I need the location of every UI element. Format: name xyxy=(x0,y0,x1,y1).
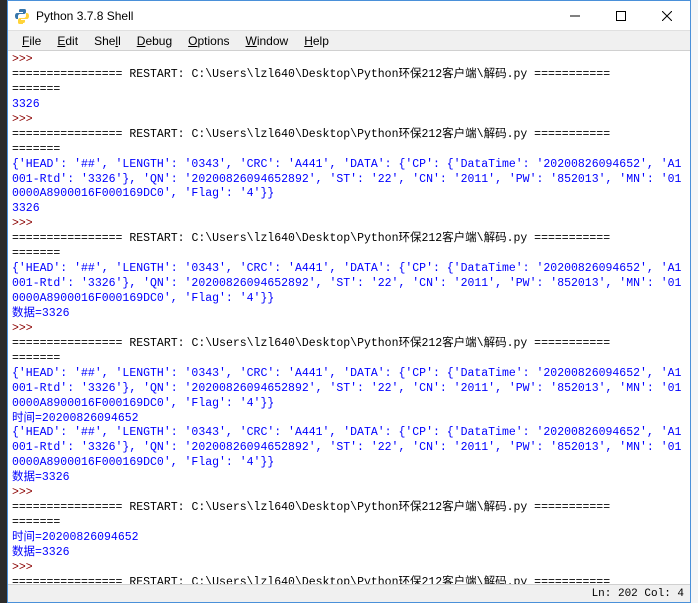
output-dict: {'HEAD': '##', 'LENGTH': '0343', 'CRC': … xyxy=(12,262,681,305)
prompt: >>> xyxy=(12,561,33,574)
restart-line: ================ RESTART: C:\Users\lzl64… xyxy=(12,337,610,350)
divider: ======= xyxy=(12,516,60,529)
menu-debug[interactable]: Debug xyxy=(129,34,180,48)
divider: ======= xyxy=(12,143,60,156)
idle-window: Python 3.7.8 Shell File Edit Shell Debug… xyxy=(7,0,691,603)
output-time: 时间=20200826094652 xyxy=(12,531,139,544)
menu-file[interactable]: File xyxy=(14,34,49,48)
output-time: 时间=20200826094652 xyxy=(12,412,139,425)
output-data: 数据=3326 xyxy=(12,546,70,559)
prompt: >>> xyxy=(12,322,33,335)
output-number: 3326 xyxy=(12,98,40,111)
prompt: >>> xyxy=(12,113,33,126)
python-icon xyxy=(14,8,30,24)
divider: ======= xyxy=(12,247,60,260)
menu-shell[interactable]: Shell xyxy=(86,34,129,48)
background-right-strip xyxy=(691,0,698,603)
divider: ======= xyxy=(12,83,60,96)
restart-line: ================ RESTART: C:\Users\lzl64… xyxy=(12,501,610,514)
statusbar: Ln: 202 Col: 4 xyxy=(8,584,690,602)
minimize-button[interactable] xyxy=(552,1,598,30)
output-dict: {'HEAD': '##', 'LENGTH': '0343', 'CRC': … xyxy=(12,367,681,410)
window-title: Python 3.7.8 Shell xyxy=(36,9,552,23)
prompt: >>> xyxy=(12,486,33,499)
shell-content[interactable]: >>> ================ RESTART: C:\Users\l… xyxy=(8,51,690,584)
output-data: 数据=3326 xyxy=(12,307,70,320)
menu-options[interactable]: Options xyxy=(180,34,237,48)
restart-line: ================ RESTART: C:\Users\lzl64… xyxy=(12,232,610,245)
restart-line: ================ RESTART: C:\Users\lzl64… xyxy=(12,68,610,81)
maximize-button[interactable] xyxy=(598,1,644,30)
background-left-strip xyxy=(0,0,7,603)
titlebar: Python 3.7.8 Shell xyxy=(8,1,690,31)
restart-line: ================ RESTART: C:\Users\lzl64… xyxy=(12,128,610,141)
menu-window[interactable]: Window xyxy=(238,34,297,48)
prompt: >>> xyxy=(12,53,33,66)
prompt: >>> xyxy=(12,217,33,230)
output-dict: {'HEAD': '##', 'LENGTH': '0343', 'CRC': … xyxy=(12,426,681,469)
menubar: File Edit Shell Debug Options Window Hel… xyxy=(8,31,690,51)
output-dict: {'HEAD': '##', 'LENGTH': '0343', 'CRC': … xyxy=(12,158,681,201)
close-button[interactable] xyxy=(644,1,690,30)
output-number: 3326 xyxy=(12,202,40,215)
menu-edit[interactable]: Edit xyxy=(49,34,86,48)
restart-line: ================ RESTART: C:\Users\lzl64… xyxy=(12,576,610,584)
window-controls xyxy=(552,1,690,30)
output-data: 数据=3326 xyxy=(12,471,70,484)
cursor-position: Ln: 202 Col: 4 xyxy=(592,588,684,600)
divider: ======= xyxy=(12,352,60,365)
menu-help[interactable]: Help xyxy=(296,34,337,48)
